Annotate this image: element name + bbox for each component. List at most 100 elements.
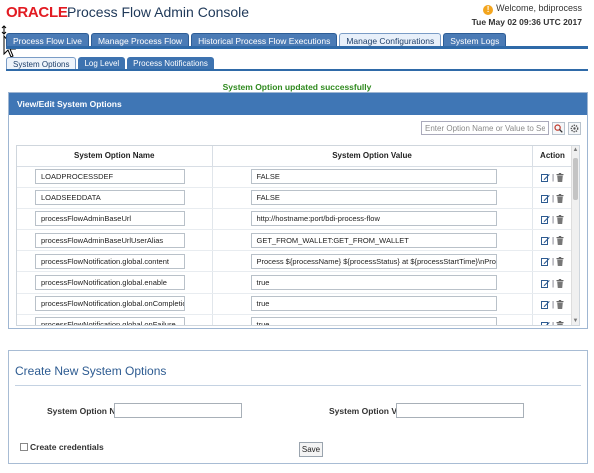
option-value-input[interactable]: http://hostname:port/bdi-process-flow [250, 211, 497, 227]
option-name-input[interactable]: LOADSEEDDATA [35, 190, 185, 206]
edit-icon[interactable] [540, 300, 550, 309]
search-input[interactable] [421, 121, 549, 135]
option-name-input[interactable]: processFlowNotification.global.enable [35, 275, 185, 291]
scroll-down-icon[interactable]: ▼ [572, 317, 579, 325]
delete-icon[interactable] [556, 299, 564, 309]
option-value-field[interactable] [396, 403, 524, 418]
search-button[interactable] [552, 121, 565, 135]
option-name-cell: processFlowAdminBaseUrlUserAlias [17, 229, 213, 252]
table-header-row: System Option Name System Option Value A… [17, 146, 574, 167]
col-header-value: System Option Value [212, 146, 533, 167]
edit-icon[interactable] [540, 257, 550, 267]
col-header-name: System Option Name [17, 146, 213, 167]
option-name-input[interactable]: processFlowNotification.global.content [35, 253, 185, 269]
settings-button[interactable] [568, 121, 581, 135]
view-edit-panel: View/Edit System Options System Option N… [8, 92, 588, 329]
option-name-cell: processFlowNotification.global.onComplet… [17, 293, 213, 315]
option-name-cell: processFlowAdminBaseUrl [17, 208, 213, 231]
option-value-cell: true [212, 293, 533, 315]
table-row: processFlowNotification.global.content Pr… [17, 250, 574, 273]
option-value-cell: Process ${processName} ${processStatus} … [212, 250, 533, 273]
alert-icon[interactable]: ! [483, 5, 494, 15]
action-cell: | [532, 314, 574, 326]
delete-icon[interactable] [556, 236, 564, 246]
tab-manage-process-flow[interactable]: Manage Process Flow [90, 33, 190, 47]
option-value-cell: true [212, 314, 533, 325]
tab-process-flow-live[interactable]: Process Flow Live [6, 33, 89, 47]
option-name-input[interactable]: processFlowNotification.global.onComplet… [35, 296, 185, 312]
table-row: processFlowNotification.global.onComplet… [17, 293, 574, 315]
option-value-cell: true [212, 271, 533, 294]
gear-icon [570, 124, 579, 132]
action-separator: | [551, 193, 555, 203]
action-cell: | [532, 229, 574, 252]
option-name-input[interactable]: processFlowNotification.global.onFailure [35, 317, 185, 325]
panel-title: View/Edit System Options [9, 93, 587, 115]
sub-tab-underline [6, 69, 588, 71]
option-name-cell: LOADSEEDDATA [17, 187, 213, 209]
edit-icon[interactable] [540, 194, 550, 203]
edit-icon[interactable] [540, 236, 550, 246]
create-credentials-checkbox[interactable] [20, 443, 28, 451]
options-table-container: System Option Name System Option Value A… [16, 145, 580, 326]
tab-historical-executions[interactable]: Historical Process Flow Executions [191, 33, 338, 47]
current-datetime: Tue May 02 09:36 UTC 2017 [471, 17, 582, 27]
edit-icon[interactable] [540, 215, 550, 225]
option-value-input[interactable]: GET_FROM_WALLET:GET_FROM_WALLET [250, 232, 497, 248]
welcome-text: Welcome, bdiprocess [496, 3, 582, 13]
create-credentials-label: Create credentials [30, 442, 104, 452]
table-scrollbar[interactable]: ▲ ▼ [571, 146, 579, 325]
delete-icon[interactable] [556, 320, 564, 326]
app-title: Process Flow Admin Console [67, 4, 250, 20]
app-header: ORACLE Process Flow Admin Console ! Welco… [0, 0, 594, 30]
action-cell: | [532, 293, 574, 315]
action-separator: | [551, 172, 555, 182]
delete-icon[interactable] [556, 193, 564, 203]
option-value-input[interactable]: true [250, 296, 497, 312]
main-tab-bar: Process Flow Live Manage Process Flow Hi… [6, 33, 508, 47]
edit-icon[interactable] [540, 279, 550, 288]
table-row: LOADPROCESSDEF FALSE | [17, 166, 574, 188]
delete-icon[interactable] [556, 215, 564, 225]
option-name-input[interactable]: LOADPROCESSDEF [35, 169, 185, 185]
option-value-input[interactable]: true [250, 317, 497, 325]
options-table: System Option Name System Option Value A… [17, 146, 574, 326]
scroll-thumb[interactable] [573, 158, 578, 200]
action-separator: | [551, 215, 555, 225]
delete-icon[interactable] [556, 257, 564, 267]
tab-manage-configurations[interactable]: Manage Configurations [339, 33, 442, 47]
option-name-cell: LOADPROCESSDEF [17, 166, 213, 188]
action-separator: | [551, 257, 555, 267]
search-bar [421, 121, 581, 135]
action-separator: | [551, 299, 555, 309]
search-icon [554, 123, 563, 133]
option-value-input[interactable]: true [250, 275, 497, 291]
option-value-input[interactable]: FALSE [250, 169, 497, 185]
table-row: processFlowAdminBaseUrlUserAlias GET_FROM… [17, 229, 574, 252]
delete-icon[interactable] [556, 172, 564, 182]
option-name-input[interactable]: processFlowAdminBaseUrlUserAlias [35, 232, 185, 248]
welcome-area: ! Welcome, bdiprocess [483, 3, 582, 15]
col-header-action: Action [532, 146, 574, 167]
action-cell: | [532, 250, 574, 273]
option-name-cell: processFlowNotification.global.enable [17, 271, 213, 294]
option-name-input[interactable]: processFlowAdminBaseUrl [35, 211, 185, 227]
divider [15, 385, 581, 386]
save-button[interactable]: Save [299, 442, 323, 457]
action-separator: | [551, 320, 555, 326]
main-tab-underline [6, 46, 588, 49]
option-value-cell: FALSE [212, 166, 533, 188]
tab-system-logs[interactable]: System Logs [443, 33, 507, 47]
option-value-input[interactable]: Process ${processName} ${processStatus} … [250, 253, 497, 269]
action-separator: | [551, 278, 555, 288]
option-name-cell: processFlowNotification.global.content [17, 250, 213, 273]
option-value-input[interactable]: FALSE [250, 190, 497, 206]
option-name-field[interactable] [114, 403, 242, 418]
option-name-cell: processFlowNotification.global.onFailure [17, 314, 213, 325]
delete-icon[interactable] [556, 278, 564, 288]
success-message: System Option updated successfully [222, 82, 372, 92]
table-row: LOADSEEDDATA FALSE | [17, 187, 574, 209]
edit-icon[interactable] [540, 173, 550, 182]
scroll-up-icon[interactable]: ▲ [572, 146, 579, 154]
edit-icon[interactable] [540, 321, 550, 326]
